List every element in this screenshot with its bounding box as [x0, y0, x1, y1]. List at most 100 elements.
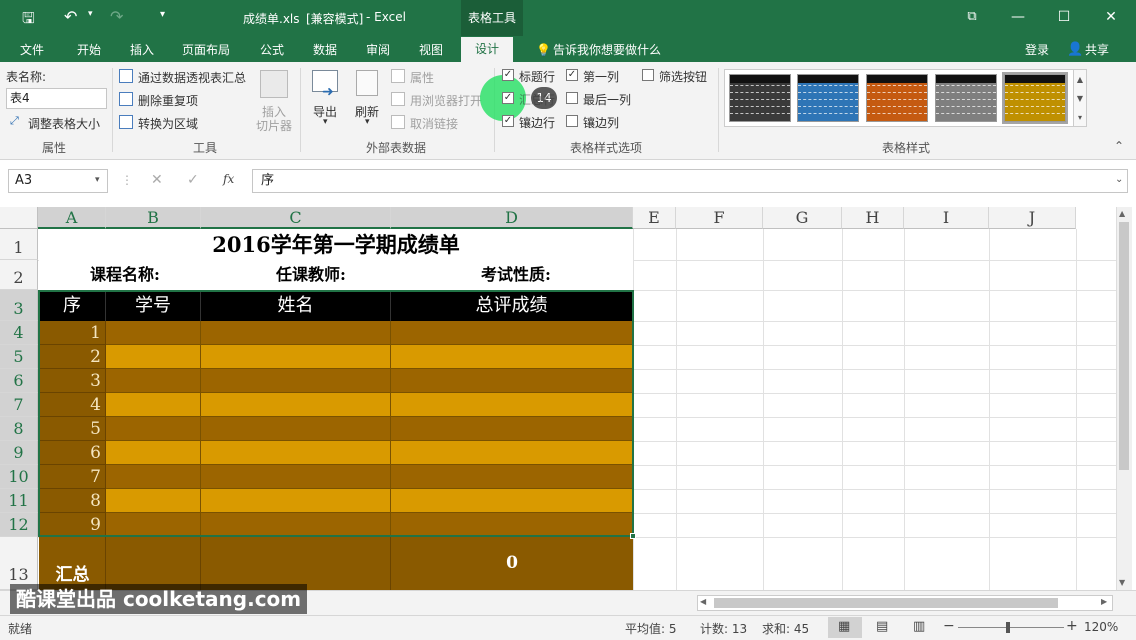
pivot-table-icon [119, 69, 133, 83]
horizontal-scroll-thumb[interactable] [714, 598, 1058, 608]
tell-me-box[interactable]: 告诉我你想要做什么 [553, 40, 661, 62]
table-style-swatch[interactable] [1002, 72, 1068, 124]
tab-formulas[interactable]: 公式 [260, 40, 284, 62]
file-name: 成绩单.xls [243, 12, 300, 26]
course-name-label[interactable]: 课程名称: [90, 262, 200, 288]
maximize-icon[interactable]: ☐ [1052, 6, 1076, 28]
column-header[interactable]: J [989, 207, 1076, 229]
summarize-pivot-button[interactable]: 通过数据透视表汇总 [138, 69, 246, 86]
ready-status: 就绪 [8, 622, 33, 636]
row-header[interactable]: 10 [0, 465, 38, 489]
row-header[interactable]: 7 [0, 393, 38, 417]
remove-duplicates-button[interactable]: 删除重复项 [138, 92, 198, 109]
minimize-icon[interactable]: — [1006, 6, 1030, 28]
compat-mode: [兼容模式] [306, 12, 364, 26]
header-row-checkbox[interactable]: ✓ [502, 69, 514, 81]
teacher-label[interactable]: 任课教师: [276, 262, 386, 288]
tab-home[interactable]: 开始 [77, 40, 101, 62]
share-button[interactable]: 共享 [1085, 40, 1109, 62]
group-label-table-styles: 表格样式 [882, 141, 931, 155]
row-header[interactable]: 9 [0, 441, 38, 465]
table-style-swatch[interactable] [797, 74, 859, 122]
row-header[interactable]: 8 [0, 417, 38, 441]
zoom-slider-thumb[interactable] [1006, 622, 1010, 633]
scroll-left-icon[interactable]: ◀ [700, 597, 706, 606]
column-header[interactable]: C [201, 207, 391, 229]
last-column-label: 最后一列 [583, 93, 632, 107]
name-box[interactable]: A3 [8, 169, 108, 193]
fill-handle[interactable] [630, 533, 636, 539]
save-icon[interactable]: 🖫 [22, 8, 35, 33]
total-row-checkbox[interactable]: ✓ [502, 92, 514, 104]
refresh-dropdown-icon[interactable]: ▾ [365, 117, 370, 127]
vertical-scroll-thumb[interactable] [1119, 222, 1129, 470]
select-all-corner[interactable] [0, 207, 38, 229]
total-cell[interactable] [106, 537, 201, 590]
expand-formula-icon[interactable]: ⌄ [1115, 174, 1123, 185]
insert-function-icon[interactable]: fx [223, 172, 234, 186]
table-style-swatch[interactable] [935, 74, 997, 122]
enter-icon: ✓ [187, 172, 199, 188]
row-header[interactable]: 4 [0, 321, 38, 345]
row-header[interactable]: 5 [0, 345, 38, 369]
scroll-up-icon[interactable]: ▲ [1119, 209, 1125, 218]
filter-button-checkbox[interactable] [642, 69, 654, 81]
zoom-out-icon[interactable]: − [943, 618, 955, 634]
page-break-view-icon[interactable]: ▥ [913, 619, 925, 634]
zoom-slider[interactable] [958, 627, 1064, 628]
last-column-checkbox[interactable] [566, 92, 578, 104]
tab-page-layout[interactable]: 页面布局 [182, 40, 230, 62]
total-value-cell[interactable]: 0 [391, 537, 633, 590]
column-header[interactable]: I [904, 207, 989, 229]
ribbon-display-icon[interactable]: ⧉ [960, 6, 984, 28]
row-header[interactable]: 1 [0, 229, 38, 260]
banded-columns-checkbox[interactable] [566, 115, 578, 127]
tab-data[interactable]: 数据 [313, 40, 337, 62]
formula-input[interactable]: 序 [252, 169, 1128, 193]
row-header[interactable]: 12 [0, 513, 38, 537]
sheet-title[interactable]: 2016学年第一学期成绩单 [39, 230, 633, 260]
zoom-in-icon[interactable]: + [1066, 618, 1078, 634]
exam-type-label[interactable]: 考试性质: [481, 262, 591, 288]
table-name-input[interactable]: 表4 [6, 88, 107, 109]
table-style-swatch[interactable] [729, 74, 791, 122]
gallery-scroll[interactable]: ▲ ▼ ▾ [1073, 69, 1087, 127]
close-icon[interactable]: ✕ [1099, 6, 1123, 28]
total-cell[interactable] [201, 537, 391, 590]
first-column-checkbox[interactable]: ✓ [566, 69, 578, 81]
convert-to-range-button[interactable]: 转换为区域 [138, 115, 198, 132]
tab-design[interactable]: 设计 [461, 37, 514, 62]
column-header[interactable]: F [676, 207, 763, 229]
column-header[interactable]: H [842, 207, 904, 229]
undo-dropdown-icon[interactable]: ▾ [88, 9, 93, 19]
export-dropdown-icon[interactable]: ▾ [323, 117, 328, 127]
tab-review[interactable]: 审阅 [366, 40, 390, 62]
column-header[interactable]: G [763, 207, 842, 229]
zoom-level[interactable]: 120% [1084, 620, 1118, 634]
row-header[interactable]: 6 [0, 369, 38, 393]
column-header[interactable]: D [391, 207, 633, 229]
column-header[interactable]: B [106, 207, 201, 229]
row-header[interactable]: 13 [0, 537, 38, 590]
redo-icon: ↷ [110, 7, 124, 26]
scroll-right-icon[interactable]: ▶ [1101, 597, 1107, 606]
sign-in-link[interactable]: 登录 [1025, 40, 1049, 62]
row-header[interactable]: 2 [0, 260, 38, 290]
tab-insert[interactable]: 插入 [130, 40, 154, 62]
row-header[interactable]: 3 [0, 290, 38, 321]
column-header[interactable]: A [38, 207, 106, 229]
resize-table-button[interactable]: 调整表格大小 [28, 115, 100, 132]
undo-icon[interactable]: ↶ [64, 7, 77, 26]
table-style-swatch[interactable] [866, 74, 928, 122]
tab-file[interactable]: 文件 [20, 40, 44, 62]
page-layout-view-icon[interactable]: ▤ [876, 619, 888, 634]
scroll-down-icon[interactable]: ▼ [1119, 578, 1125, 587]
row-header[interactable]: 11 [0, 489, 38, 513]
tab-view[interactable]: 视图 [419, 40, 443, 62]
name-box-dropdown-icon[interactable]: ▾ [95, 175, 100, 185]
customize-qat-icon[interactable]: ▾ [160, 9, 165, 20]
group-separator [718, 68, 719, 152]
column-header[interactable]: E [633, 207, 676, 229]
collapse-ribbon-icon[interactable]: ⌃ [1114, 139, 1124, 153]
banded-rows-checkbox[interactable]: ✓ [502, 115, 514, 127]
